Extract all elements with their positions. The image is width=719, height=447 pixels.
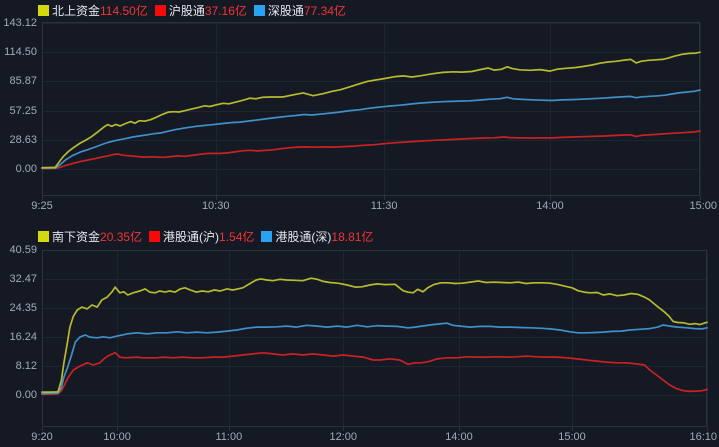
y-tick-label: 0.00	[0, 388, 37, 402]
series-line-沪股通	[42, 131, 700, 168]
legend-value: 1.54亿	[219, 228, 254, 245]
y-tick-label: 24.35	[0, 301, 37, 315]
legend-value: 18.81亿	[331, 228, 373, 245]
legend-label: 深股通	[268, 2, 304, 19]
y-tick-label: 85.87	[0, 74, 37, 88]
legend-value: 77.34亿	[304, 2, 346, 19]
y-tick-label: 16.24	[0, 330, 37, 344]
series-line-港股通(沪)	[42, 353, 707, 395]
capital-flow-panel: 北上资金114.50亿沪股通37.16亿深股通77.34亿 143.12114.…	[0, 0, 719, 447]
legend-marker-icon	[254, 5, 265, 16]
y-tick-label: 143.12	[0, 16, 37, 30]
y-tick-label: 0.00	[0, 162, 37, 176]
legend-marker-icon	[261, 231, 272, 242]
southbound-plot-area[interactable]	[0, 222, 719, 447]
x-tick-label: 9:25	[18, 200, 66, 213]
southbound-legend: 南下资金20.35亿港股通(沪)1.54亿港股通(深)18.81亿	[38, 229, 380, 243]
y-tick-label: 8.12	[0, 359, 37, 373]
legend-label: 港股通(深)	[275, 228, 331, 245]
southbound-funds-chart: 南下资金20.35亿港股通(沪)1.54亿港股通(深)18.81亿 40.593…	[0, 222, 719, 447]
legend-item: 港股通(深)18.81亿	[261, 228, 373, 245]
y-tick-label: 114.50	[0, 45, 37, 59]
legend-label: 沪股通	[169, 2, 205, 19]
legend-label: 北上资金	[52, 2, 100, 19]
legend-label: 南下资金	[52, 228, 100, 245]
x-tick-label: 15:00	[669, 200, 717, 213]
northbound-legend: 北上资金114.50亿沪股通37.16亿深股通77.34亿	[38, 3, 353, 17]
legend-marker-icon	[149, 231, 160, 242]
x-tick-label: 14:00	[526, 200, 574, 213]
x-tick-label: 10:30	[192, 200, 240, 213]
legend-value: 114.50亿	[100, 2, 148, 19]
legend-value: 37.16亿	[205, 2, 247, 19]
legend-item: 港股通(沪)1.54亿	[149, 228, 254, 245]
y-tick-label: 57.25	[0, 104, 37, 118]
legend-item: 北上资金114.50亿	[38, 2, 148, 19]
x-tick-label: 9:20	[18, 431, 66, 444]
legend-value: 20.35亿	[100, 228, 142, 245]
series-line-北上资金	[42, 52, 700, 168]
legend-item: 深股通77.34亿	[254, 2, 346, 19]
x-tick-label: 12:00	[319, 431, 367, 444]
x-tick-label: 15:00	[548, 431, 596, 444]
legend-item: 南下资金20.35亿	[38, 228, 142, 245]
legend-marker-icon	[38, 5, 49, 16]
y-tick-label: 28.63	[0, 133, 37, 147]
legend-label: 港股通(沪)	[163, 228, 219, 245]
legend-marker-icon	[155, 5, 166, 16]
x-tick-label: 10:00	[93, 431, 141, 444]
x-tick-label: 11:00	[205, 431, 253, 444]
legend-marker-icon	[38, 231, 49, 242]
legend-item: 沪股通37.16亿	[155, 2, 247, 19]
northbound-funds-chart: 北上资金114.50亿沪股通37.16亿深股通77.34亿 143.12114.…	[0, 0, 719, 222]
series-line-南下资金	[42, 278, 707, 392]
y-tick-label: 32.47	[0, 272, 37, 286]
x-tick-label: 14:00	[435, 431, 483, 444]
y-tick-label: 40.59	[0, 243, 37, 257]
x-tick-label: 11:30	[360, 200, 408, 213]
northbound-plot-area[interactable]	[0, 0, 719, 222]
x-tick-label: 16:10	[669, 431, 717, 444]
